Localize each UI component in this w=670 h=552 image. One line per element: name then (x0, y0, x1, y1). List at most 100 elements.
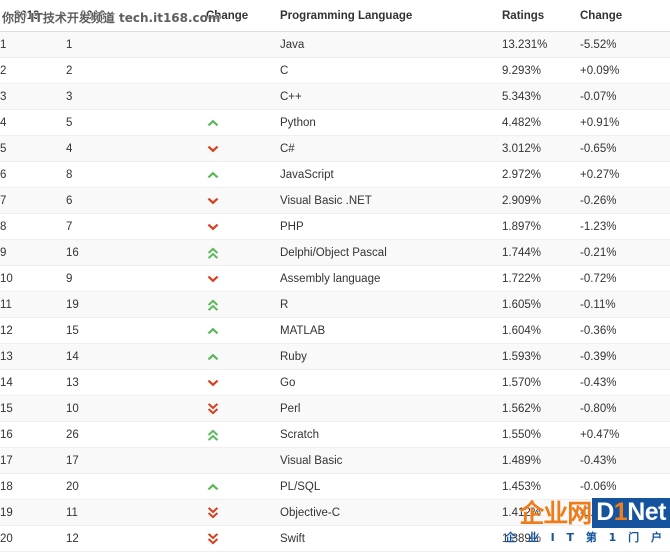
cell-rank-2018: 15 (66, 317, 206, 344)
cell-trend-indicator (206, 187, 280, 214)
cell-delta: -0.43% (580, 447, 670, 474)
cell-rank-2018: 7 (66, 213, 206, 240)
chevron-up-icon (206, 168, 220, 182)
table-body: 1 1 Java 13.231% -5.52% 2 2 C 9.293% +0.09% 3 3 C++ 5… (0, 31, 670, 552)
cell-delta: -0.43% (580, 369, 670, 396)
column-header-ratings[interactable]: Ratings (502, 0, 580, 32)
cell-delta: +0.47% (580, 421, 670, 448)
table-row[interactable]: 10 9 Assembly language 1.722% -0.72% (0, 265, 670, 292)
table-row[interactable]: 20 12 Swift 1.389% (0, 525, 670, 552)
cell-trend-indicator (206, 57, 280, 84)
cell-delta: -0.36% (580, 317, 670, 344)
chevron-up-double-icon (206, 246, 220, 260)
cell-delta: -0.83% (580, 499, 670, 526)
table-row[interactable]: 15 10 Perl 1.562% -0.80% (0, 395, 670, 422)
cell-rank-2018: 16 (66, 239, 206, 266)
cell-ratings: 2.972% (502, 161, 580, 188)
cell-ratings: 1.412% (502, 499, 580, 526)
chevron-down-icon (206, 272, 220, 286)
table-row[interactable]: 4 5 Python 4.482% +0.91% (0, 109, 670, 136)
cell-rank-2019: 7 (0, 187, 66, 214)
cell-trend-indicator (206, 213, 280, 240)
cell-rank-2018: 10 (66, 395, 206, 422)
table-row[interactable]: 17 17 Visual Basic 1.489% -0.43% (0, 447, 670, 474)
table-row[interactable]: 14 13 Go 1.570% -0.43% (0, 369, 670, 396)
cell-language: Assembly language (280, 265, 502, 292)
cell-rank-2019: 17 (0, 447, 66, 474)
cell-ratings: 1.744% (502, 239, 580, 266)
chevron-down-double-icon (206, 402, 220, 416)
cell-rank-2018: 20 (66, 473, 206, 500)
table-row[interactable]: 3 3 C++ 5.343% -0.07% (0, 83, 670, 110)
table-row[interactable]: 7 6 Visual Basic .NET 2.909% -0.26% (0, 187, 670, 214)
chevron-down-icon (206, 194, 220, 208)
cell-rank-2018: 3 (66, 83, 206, 110)
cell-language: Objective-C (280, 499, 502, 526)
table-row[interactable]: 11 19 R 1.605% -0.11% (0, 291, 670, 318)
chevron-down-double-icon (206, 506, 220, 520)
table-row[interactable]: 8 7 PHP 1.897% -1.23% (0, 213, 670, 240)
cell-language: R (280, 291, 502, 318)
column-header-change[interactable]: Change (206, 0, 280, 32)
cell-delta: -0.26% (580, 187, 670, 214)
cell-ratings: 1.604% (502, 317, 580, 344)
table-row[interactable]: 13 14 Ruby 1.593% -0.39% (0, 343, 670, 370)
table-row[interactable]: 1 1 Java 13.231% -5.52% (0, 31, 670, 58)
cell-rank-2018: 9 (66, 265, 206, 292)
cell-ratings: 1.489% (502, 447, 580, 474)
table-row[interactable]: 18 20 PL/SQL 1.453% -0.06% (0, 473, 670, 500)
cell-rank-2019: 9 (0, 239, 66, 266)
cell-ratings: 2.909% (502, 187, 580, 214)
cell-delta: -0.80% (580, 395, 670, 422)
cell-rank-2018: 8 (66, 161, 206, 188)
column-header-language[interactable]: Programming Language (280, 0, 502, 32)
cell-rank-2019: 3 (0, 83, 66, 110)
cell-ratings: 9.293% (502, 57, 580, 84)
cell-rank-2018: 11 (66, 499, 206, 526)
cell-ratings: 5.343% (502, 83, 580, 110)
cell-language: Scratch (280, 421, 502, 448)
cell-delta: -0.72% (580, 265, 670, 292)
cell-trend-indicator (206, 343, 280, 370)
table-row[interactable]: 19 11 Objective-C 1.412% -0.83% (0, 499, 670, 526)
cell-language: Python (280, 109, 502, 136)
cell-language: PL/SQL (280, 473, 502, 500)
cell-language: Visual Basic .NET (280, 187, 502, 214)
cell-rank-2019: 19 (0, 499, 66, 526)
cell-delta: -0.06% (580, 473, 670, 500)
cell-rank-2018: 14 (66, 343, 206, 370)
table-row[interactable]: 2 2 C 9.293% +0.09% (0, 57, 670, 84)
tiobe-index-table: 2019 2018 Change Programming Language Ra… (0, 0, 670, 552)
cell-language: PHP (280, 213, 502, 240)
cell-ratings: 1.550% (502, 421, 580, 448)
cell-rank-2019: 12 (0, 317, 66, 344)
cell-trend-indicator (206, 239, 280, 266)
cell-language: Delphi/Object Pascal (280, 239, 502, 266)
chevron-up-icon (206, 116, 220, 130)
cell-rank-2019: 6 (0, 161, 66, 188)
table-row[interactable]: 9 16 Delphi/Object Pascal 1.744% -0.21% (0, 239, 670, 266)
table-row[interactable]: 5 4 C# 3.012% -0.65% (0, 135, 670, 162)
cell-ratings: 1.722% (502, 265, 580, 292)
chevron-down-icon (206, 376, 220, 390)
table-header: 2019 2018 Change Programming Language Ra… (0, 0, 670, 32)
cell-trend-indicator (206, 265, 280, 292)
cell-trend-indicator (206, 369, 280, 396)
cell-ratings: 1.593% (502, 343, 580, 370)
cell-language: Swift (280, 525, 502, 552)
chevron-down-icon (206, 142, 220, 156)
cell-rank-2018: 6 (66, 187, 206, 214)
column-header-delta[interactable]: Change (580, 0, 670, 32)
cell-rank-2018: 12 (66, 525, 206, 552)
table-header-row: 2019 2018 Change Programming Language Ra… (0, 0, 670, 32)
cell-delta: -0.21% (580, 239, 670, 266)
column-header-rank-2019[interactable]: 2019 (0, 0, 66, 32)
table-row[interactable]: 16 26 Scratch 1.550% +0.47% (0, 421, 670, 448)
table-row[interactable]: 12 15 MATLAB 1.604% -0.36% (0, 317, 670, 344)
cell-rank-2019: 8 (0, 213, 66, 240)
column-header-rank-2018[interactable]: 2018 (66, 0, 206, 32)
cell-trend-indicator (206, 395, 280, 422)
cell-trend-indicator (206, 525, 280, 552)
cell-delta: -0.39% (580, 343, 670, 370)
table-row[interactable]: 6 8 JavaScript 2.972% +0.27% (0, 161, 670, 188)
